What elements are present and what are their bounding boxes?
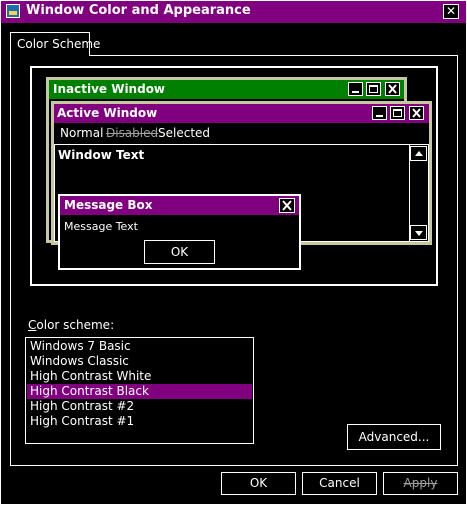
tab-color-scheme[interactable]: Color Scheme: [10, 32, 100, 56]
advanced-button[interactable]: Advanced...: [347, 424, 441, 450]
list-item[interactable]: High Contrast White: [27, 369, 252, 384]
message-box-ok-button[interactable]: OK: [144, 240, 215, 264]
menu-item-disabled[interactable]: Disabled: [106, 126, 158, 140]
list-item[interactable]: Windows 7 Basic: [27, 339, 252, 354]
minimize-icon: [348, 82, 363, 96]
menu-item-selected[interactable]: Selected: [158, 126, 210, 140]
close-icon: [385, 82, 400, 96]
message-box-title: Message Box: [64, 198, 153, 212]
list-item-selected[interactable]: High Contrast Black: [27, 384, 252, 399]
color-scheme-label: Color scheme:: [28, 318, 115, 332]
scroll-up-arrow-icon[interactable]: [410, 146, 427, 161]
close-icon: [409, 106, 424, 120]
menu-item-normal[interactable]: Normal: [60, 126, 103, 140]
inactive-window-title: Inactive Window: [53, 82, 166, 96]
list-item[interactable]: High Contrast #1: [27, 414, 252, 429]
ok-button[interactable]: OK: [221, 472, 296, 495]
maximize-icon: [390, 106, 405, 120]
close-icon: ✕: [445, 4, 457, 18]
app-icon: [6, 4, 20, 18]
color-scheme-label-rest: olor scheme:: [36, 318, 115, 332]
maximize-icon: [366, 82, 381, 96]
active-window-title: Active Window: [57, 106, 158, 120]
color-scheme-list[interactable]: Windows 7 Basic Windows Classic High Con…: [25, 337, 254, 444]
close-button[interactable]: ✕: [443, 4, 459, 19]
message-box-text: Message Text: [64, 220, 138, 233]
close-icon: [279, 198, 295, 213]
cancel-button[interactable]: Cancel: [302, 472, 377, 495]
scroll-down-arrow-icon[interactable]: [410, 225, 427, 240]
window-text: Window Text: [58, 148, 145, 162]
window-title: Window Color and Appearance: [26, 3, 251, 18]
list-item[interactable]: High Contrast #2: [27, 399, 252, 414]
apply-button[interactable]: Apply: [383, 472, 458, 495]
list-item[interactable]: Windows Classic: [27, 354, 252, 369]
minimize-icon: [372, 106, 387, 120]
